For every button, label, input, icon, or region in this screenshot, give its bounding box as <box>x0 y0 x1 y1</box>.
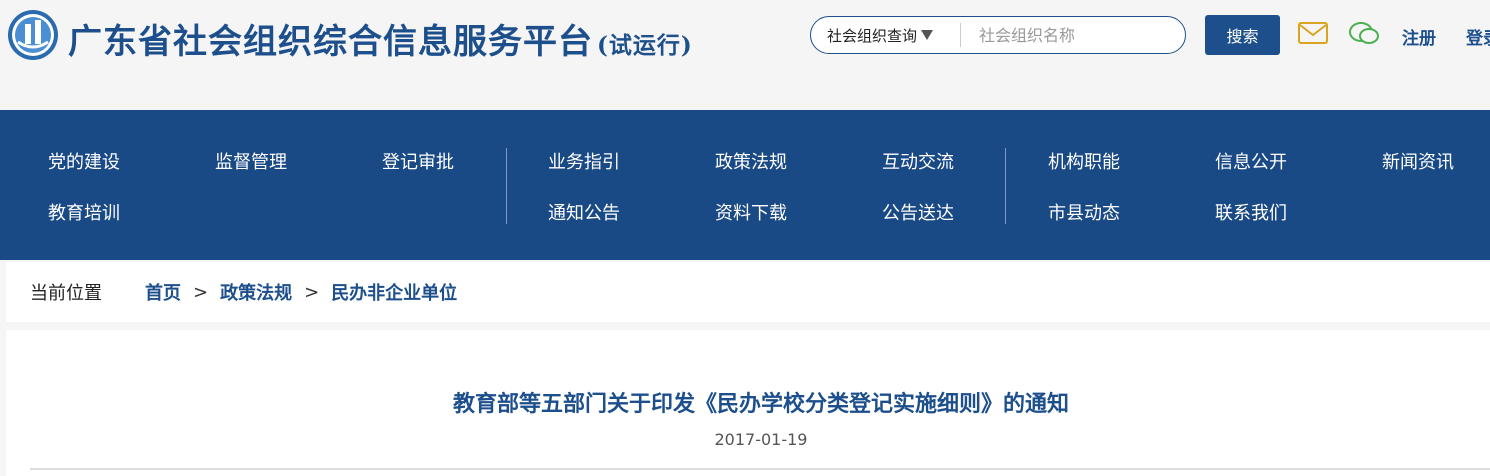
nav-item-interaction[interactable]: 互动交流 <box>882 148 1002 174</box>
nav-item-announcements[interactable]: 公告送达 <box>882 199 1002 225</box>
nav-item-training[interactable]: 教育培训 <box>48 199 168 225</box>
nav-item-city-news[interactable]: 市县动态 <box>1048 199 1168 225</box>
search-box: 社会组织查询 <box>810 16 1186 54</box>
chat-icon[interactable] <box>1348 20 1380 48</box>
search-button[interactable]: 搜索 <box>1205 15 1280 55</box>
nav-divider <box>506 148 507 224</box>
main-nav: 党的建设 监督管理 登记审批 业务指引 政策法规 互动交流 机构职能 信息公开 … <box>0 110 1490 260</box>
nav-item-registration[interactable]: 登记审批 <box>382 148 502 174</box>
breadcrumb-policy[interactable]: 政策法规 <box>220 279 292 305</box>
register-link[interactable]: 注册 <box>1402 24 1436 49</box>
search-type-value: 社会组织查询 <box>827 26 918 45</box>
nav-item-party[interactable]: 党的建设 <box>48 148 168 174</box>
nav-item-supervision[interactable]: 监督管理 <box>215 148 335 174</box>
breadcrumb: 当前位置 首页 > 政策法规 > 民办非企业单位 <box>6 262 1490 322</box>
article-panel: 教育部等五部门关于印发《民办学校分类登记实施细则》的通知 2017-01-19 <box>6 330 1490 476</box>
search-input[interactable] <box>961 25 1185 45</box>
login-link[interactable]: 登录 <box>1466 24 1490 49</box>
nav-item-notices[interactable]: 通知公告 <box>548 199 668 225</box>
nav-item-disclosure[interactable]: 信息公开 <box>1215 148 1335 174</box>
breadcrumb-home[interactable]: 首页 <box>145 279 181 305</box>
article-title: 教育部等五部门关于印发《民办学校分类登记实施细则》的通知 <box>452 392 1069 417</box>
logo-icon <box>8 10 58 60</box>
nav-item-downloads[interactable]: 资料下载 <box>715 199 835 225</box>
nav-item-guide[interactable]: 业务指引 <box>548 148 668 174</box>
caret-down-icon <box>921 30 934 40</box>
nav-item-news[interactable]: 新闻资讯 <box>1382 148 1490 174</box>
site-header: 广东省社会组织综合信息服务平台(试运行) 社会组织查询 搜索 注册 登录 <box>0 0 1490 110</box>
nav-item-functions[interactable]: 机构职能 <box>1048 148 1168 174</box>
breadcrumb-current[interactable]: 民办非企业单位 <box>331 279 457 305</box>
breadcrumb-separator: > <box>193 281 209 303</box>
breadcrumb-label: 当前位置 <box>30 283 102 304</box>
mail-icon[interactable] <box>1298 22 1328 44</box>
divider <box>30 468 1490 470</box>
nav-divider <box>1005 148 1006 224</box>
nav-item-policy[interactable]: 政策法规 <box>715 148 835 174</box>
breadcrumb-separator: > <box>304 281 320 303</box>
search-type-select[interactable]: 社会组织查询 <box>811 23 961 47</box>
trial-note: (试运行) <box>597 32 693 59</box>
site-title: 广东省社会组织综合信息服务平台 (试运行) <box>68 22 693 62</box>
article-date: 2017-01-19 <box>714 430 808 449</box>
nav-item-contact[interactable]: 联系我们 <box>1215 199 1335 225</box>
